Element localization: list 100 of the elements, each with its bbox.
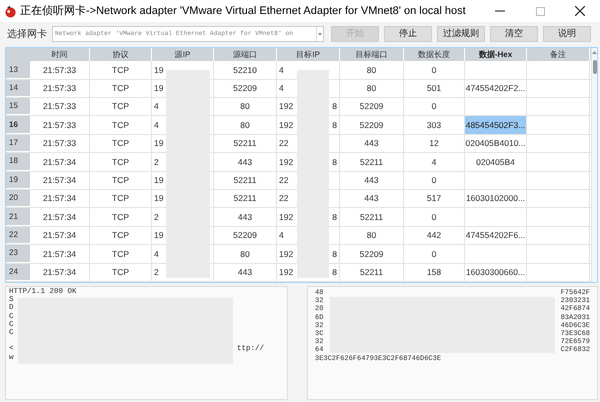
- table-cell: 2: [154, 266, 159, 279]
- table-cell: 4: [154, 100, 159, 114]
- table-cell: 21:57:34: [30, 264, 90, 281]
- table-cell: 19: [154, 229, 164, 242]
- table-cell: 2: [154, 156, 159, 168]
- row-number[interactable]: 19: [6, 172, 30, 190]
- table-cell: 192: [279, 248, 294, 260]
- table-cell: TCP: [90, 190, 152, 208]
- table-cell: 443: [214, 208, 277, 226]
- row-number[interactable]: 14: [6, 80, 30, 98]
- table-cell: 4: [404, 153, 465, 171]
- scrollbar[interactable]: [591, 48, 597, 282]
- app-icon: [4, 4, 17, 18]
- table-cell: TCP: [90, 264, 152, 281]
- table-cell: 4: [154, 248, 159, 260]
- caret-icon[interactable]: [318, 32, 322, 36]
- table-cell: 501: [404, 80, 465, 98]
- column-header[interactable]: 数据长度: [404, 48, 465, 62]
- table-cell: 443: [340, 190, 404, 208]
- table-cell: 52211: [214, 134, 277, 152]
- table-cell: 442: [404, 226, 465, 244]
- table-cell: 22: [279, 137, 288, 150]
- table-cell: TCP: [90, 208, 152, 226]
- table-cell: 8: [332, 248, 337, 260]
- row-number[interactable]: 20: [6, 190, 30, 208]
- table-cell: 192: [279, 156, 294, 168]
- table-cell: 158: [404, 264, 465, 281]
- column-header[interactable]: 目标IP: [277, 48, 340, 62]
- table-cell: TCP: [90, 134, 152, 152]
- table-cell: 8: [332, 210, 337, 224]
- table-cell: 21:57:33: [30, 98, 90, 116]
- close-icon[interactable]: [575, 6, 585, 16]
- table-cell: 80: [340, 226, 404, 244]
- table-cell: TCP: [90, 116, 152, 134]
- table-cell: 517: [404, 190, 465, 208]
- row-number[interactable]: 23: [6, 245, 30, 263]
- toolbar-button[interactable]: 清空: [490, 26, 538, 42]
- row-number[interactable]: 24: [6, 264, 30, 281]
- table-cell[interactable]: 485454502F3...: [465, 116, 527, 134]
- table-cell: 80: [214, 116, 277, 134]
- table-cell: 52209: [340, 245, 404, 263]
- table-cell: 52209: [340, 98, 404, 116]
- table-cell: 8: [332, 156, 337, 168]
- column-header[interactable]: 目标端口: [340, 48, 404, 62]
- table-cell: 16030102000...: [465, 190, 527, 208]
- column-header[interactable]: 时间: [30, 48, 90, 62]
- table-cell: TCP: [90, 98, 152, 116]
- minimize-icon[interactable]: [495, 10, 505, 12]
- table-cell: 19: [154, 64, 164, 76]
- table-cell: 21:57:33: [30, 134, 90, 152]
- toolbar-button[interactable]: 过滤规则: [437, 26, 485, 42]
- table-cell: 192: [279, 210, 294, 224]
- row-number[interactable]: 22: [6, 226, 30, 244]
- table-cell: 19: [154, 82, 164, 95]
- toolbar-button[interactable]: 说明: [543, 26, 591, 42]
- table-cell: 52211: [214, 172, 277, 190]
- table-cell: 443: [340, 172, 404, 190]
- table-cell: 21:57:34: [30, 190, 90, 208]
- column-header[interactable]: 数据-Hex: [465, 48, 527, 62]
- table-cell: 0: [404, 208, 465, 226]
- row-number[interactable]: 15: [6, 98, 30, 116]
- table-cell: 443: [340, 134, 404, 152]
- column-header[interactable]: 协议: [90, 48, 152, 62]
- table-cell: 443: [214, 264, 277, 281]
- scroll-up-icon[interactable]: [592, 51, 597, 54]
- table-cell: 22: [279, 174, 288, 187]
- table-cell: 80: [214, 245, 277, 263]
- table-cell: 21:57:34: [30, 153, 90, 171]
- row-number[interactable]: 16: [6, 116, 30, 134]
- table-cell: 80: [340, 80, 404, 98]
- column-header[interactable]: 备注: [527, 48, 590, 62]
- table-cell: TCP: [90, 80, 152, 98]
- table-cell: TCP: [90, 226, 152, 244]
- scrollbar-thumb[interactable]: [592, 60, 596, 74]
- table-cell: 0: [404, 61, 465, 79]
- table-cell: 52211: [340, 264, 404, 281]
- toolbar-button[interactable]: 停止: [384, 26, 432, 42]
- table-cell: 22: [279, 192, 288, 206]
- table-cell: 52209: [214, 226, 277, 244]
- table-cell: 474554202F2...: [465, 80, 527, 98]
- table-cell: TCP: [90, 172, 152, 190]
- row-number[interactable]: 21: [6, 208, 30, 226]
- table-cell: 21:57:33: [30, 61, 90, 79]
- column-header[interactable]: 源IP: [152, 48, 214, 62]
- table-cell: 52211: [214, 190, 277, 208]
- table-cell: 0: [404, 172, 465, 190]
- column-header[interactable]: 源端口: [214, 48, 277, 62]
- table-cell: 21:57:33: [30, 80, 90, 98]
- table-cell: 21:57:34: [30, 208, 90, 226]
- table-cell: 192: [279, 100, 294, 114]
- maximize-icon[interactable]: [536, 6, 544, 16]
- row-number[interactable]: 18: [6, 153, 30, 171]
- table-cell: 192: [279, 266, 294, 279]
- table-cell: 52210: [214, 61, 277, 79]
- table-cell: 474554202F6...: [465, 226, 527, 244]
- table-cell: 8: [332, 266, 337, 279]
- table-cell: 12: [404, 134, 465, 152]
- table-cell: 52209: [340, 116, 404, 134]
- row-number[interactable]: 17: [6, 134, 30, 152]
- row-number[interactable]: 13: [6, 61, 30, 79]
